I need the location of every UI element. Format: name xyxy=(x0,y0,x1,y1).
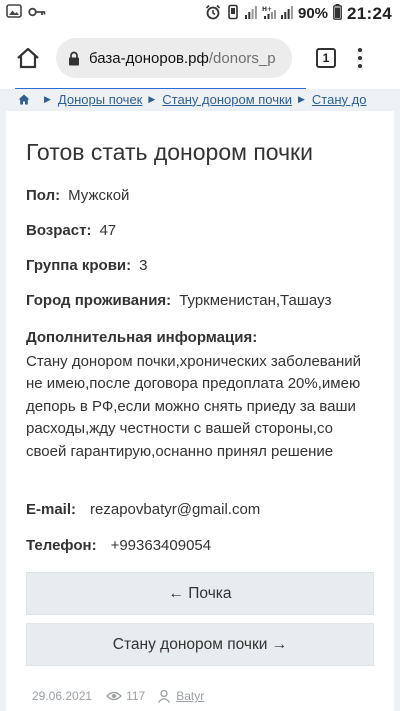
status-bar: H+ 90% 21:24 xyxy=(0,0,400,27)
age-value: 47 xyxy=(99,222,117,239)
post-meta: 29.06.2021 117 Batyr xyxy=(32,689,204,703)
dot-icon xyxy=(358,56,362,60)
next-post-button[interactable]: Стану донором почки → xyxy=(26,623,374,666)
city-value: Туркменистан,Ташауз xyxy=(179,292,332,309)
signal-icon xyxy=(280,5,293,23)
additional-info-label: Дополнительная информация: xyxy=(26,329,258,346)
dot-icon xyxy=(358,64,362,68)
phone-label: Телефон: xyxy=(26,537,97,554)
page-content: ▶ Доноры почек ▶ Стану донором почки ▶ С… xyxy=(0,89,400,711)
age-row: Возраст: 47 xyxy=(26,222,116,239)
chevron-right-icon: ▶ xyxy=(44,93,51,104)
age-label: Возраст: xyxy=(26,222,92,239)
breadcrumb: ▶ Доноры почек ▶ Стану донором почки ▶ С… xyxy=(0,89,400,109)
battery-icon xyxy=(333,3,342,24)
author-link[interactable]: Batyr xyxy=(157,689,204,703)
svg-text:H+: H+ xyxy=(262,6,272,13)
dot-icon xyxy=(358,48,362,52)
home-icon xyxy=(17,47,39,69)
eye-icon xyxy=(106,691,122,701)
author-name: Batyr xyxy=(176,689,205,703)
url-path: /donors_p xyxy=(208,49,276,67)
gender-label: Пол: xyxy=(26,187,61,204)
home-crumb-icon[interactable] xyxy=(18,94,30,105)
page-title: Готов стать донором почки xyxy=(26,139,313,165)
breadcrumb-link[interactable]: Стану донором почки xyxy=(162,92,292,107)
chevron-right-icon: ▶ xyxy=(297,93,305,104)
blood-group-label: Группа крови: xyxy=(26,257,132,274)
blood-group-value: 3 xyxy=(139,257,148,274)
url-text: база-доноров.рф/donors_p xyxy=(89,50,276,67)
user-icon xyxy=(158,689,171,703)
photo-icon xyxy=(6,4,22,23)
email-value: rezapovbatyr@gmail.com xyxy=(90,501,261,518)
email-row: E-mail: rezapovbatyr@gmail.com xyxy=(26,501,260,518)
signal-icon xyxy=(244,5,257,23)
tab-switcher-button[interactable]: 1 xyxy=(316,48,336,68)
lock-icon xyxy=(68,51,80,66)
signal-h-icon: H+ xyxy=(262,5,276,23)
view-count: 117 xyxy=(106,689,145,703)
phone-row: Телефон: +99363409054 xyxy=(26,537,211,554)
browser-toolbar: база-доноров.рф/donors_p 1 xyxy=(0,27,400,89)
prev-post-button[interactable]: ← Почка xyxy=(26,572,374,615)
gender-value: Мужской xyxy=(68,187,130,204)
home-button[interactable] xyxy=(14,44,42,72)
key-icon xyxy=(28,5,46,23)
city-label: Город проживания: xyxy=(26,292,172,309)
breadcrumb-link[interactable]: Доноры почек xyxy=(58,92,142,107)
post-date: 29.06.2021 xyxy=(32,689,93,703)
email-label: E-mail: xyxy=(26,501,77,518)
additional-info-text: Стану донором почки,хронических заболева… xyxy=(26,353,361,460)
chevron-right-icon: ▶ xyxy=(148,93,156,104)
view-count-value: 117 xyxy=(126,689,146,703)
city-row: Город проживания: Туркменистан,Ташауз xyxy=(26,292,331,309)
alarm-icon xyxy=(205,4,221,24)
vibrate-icon xyxy=(226,4,240,24)
gender-row: Пол: Мужской xyxy=(26,187,129,204)
overflow-menu-button[interactable] xyxy=(358,48,362,68)
donor-card: Готов стать донором почки Пол: Мужской Во… xyxy=(6,111,394,711)
address-bar[interactable]: база-доноров.рф/donors_p xyxy=(56,38,292,78)
battery-percent: 90% xyxy=(297,5,329,22)
breadcrumb-link[interactable]: Стану до xyxy=(312,92,367,107)
clock: 21:24 xyxy=(347,3,392,23)
url-host: база-доноров.рф xyxy=(89,49,209,67)
phone-value: +99363409054 xyxy=(110,537,212,554)
blood-group-row: Группа крови: 3 xyxy=(26,257,147,274)
